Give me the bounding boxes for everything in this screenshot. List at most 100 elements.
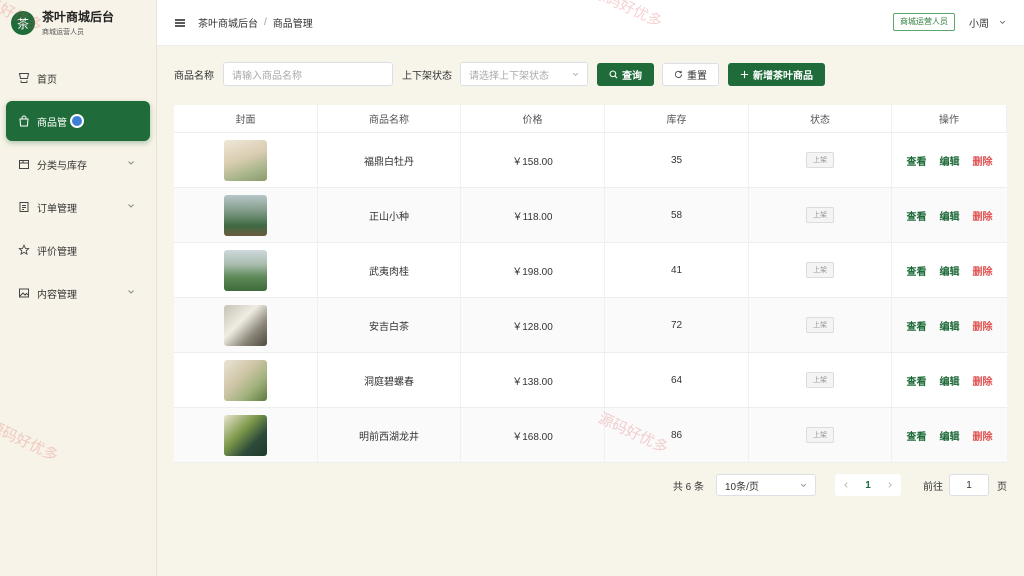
actions-cell: 查看 编辑 删除 <box>892 133 1007 187</box>
delete-button[interactable]: 删除 <box>973 318 993 333</box>
user-menu[interactable]: 小周 <box>969 15 1007 30</box>
chevron-down-icon <box>999 20 1006 25</box>
edit-button[interactable]: 编辑 <box>940 318 960 333</box>
prev-page-button[interactable] <box>835 474 857 496</box>
cursor-indicator <box>70 114 84 128</box>
breadcrumb-separator: / <box>264 17 267 28</box>
column-header: 状态 <box>749 105 892 132</box>
name-search-placeholder: 请输入商品名称 <box>232 70 302 82</box>
sidebar-item-home[interactable]: 首页 <box>6 58 150 98</box>
shop-icon <box>17 71 31 85</box>
status-cell: 上架 <box>749 298 892 352</box>
sidebar-item-content[interactable]: 内容管理 <box>6 273 150 313</box>
sidebar-item-reviews[interactable]: 评价管理 <box>6 230 150 270</box>
next-page-button[interactable] <box>879 474 901 496</box>
edit-button[interactable]: 编辑 <box>940 208 960 223</box>
search-button[interactable]: 查询 <box>597 62 654 86</box>
page-navigation: 1 <box>835 474 901 496</box>
reset-button-label: 重置 <box>687 70 707 82</box>
breadcrumb: 茶叶商城后台 / 商品管理 <box>198 15 313 30</box>
menu-toggle-icon[interactable] <box>174 17 186 29</box>
page-size-select[interactable]: 10条/页 <box>716 474 816 496</box>
top-header: 茶叶商城后台 / 商品管理 商城运营人员 小周 <box>157 0 1024 46</box>
product-name: 正山小种 <box>318 188 461 242</box>
view-button[interactable]: 查看 <box>907 263 927 278</box>
product-price: ￥168.00 <box>461 408 605 462</box>
page-suffix: 页 <box>997 481 1007 493</box>
status-badge: 上架 <box>806 262 834 278</box>
product-stock: 72 <box>605 298 749 352</box>
column-header: 商品名称 <box>318 105 461 132</box>
sidebar-item-products[interactable]: 商品管 <box>6 101 150 141</box>
sidebar-item-orders[interactable]: 订单管理 <box>6 187 150 227</box>
status-select[interactable]: 请选择上下架状态 <box>460 62 588 86</box>
cover-cell <box>174 188 318 242</box>
product-stock: 58 <box>605 188 749 242</box>
view-button[interactable]: 查看 <box>907 208 927 223</box>
refresh-icon <box>674 70 683 78</box>
view-button[interactable]: 查看 <box>907 428 927 443</box>
add-product-button[interactable]: 新增茶叶商品 <box>728 62 825 86</box>
sidebar-item-category-inventory[interactable]: 分类与库存 <box>6 144 150 184</box>
add-product-button-label: 新增茶叶商品 <box>753 70 813 82</box>
role-badge: 商城运营人员 <box>893 13 955 31</box>
view-button[interactable]: 查看 <box>907 373 927 388</box>
actions-cell: 查看 编辑 删除 <box>892 188 1007 242</box>
product-name: 福鼎白牡丹 <box>318 133 461 187</box>
product-cover-image <box>224 249 267 291</box>
edit-button[interactable]: 编辑 <box>940 373 960 388</box>
breadcrumb-root[interactable]: 茶叶商城后台 <box>198 15 258 30</box>
delete-button[interactable]: 删除 <box>973 428 993 443</box>
view-button[interactable]: 查看 <box>907 318 927 333</box>
pagination-total: 共 6 条 <box>672 481 704 493</box>
delete-button[interactable]: 删除 <box>973 373 993 388</box>
delete-button[interactable]: 删除 <box>973 263 993 278</box>
search-toolbar: 商品名称 请输入商品名称 上下架状态 请选择上下架状态 查询 重置 新增茶叶商品 <box>174 62 825 86</box>
status-badge: 上架 <box>806 427 834 443</box>
table-row: 福鼎白牡丹 ￥158.00 35 上架 查看 编辑 删除 <box>174 133 1007 188</box>
product-price: ￥158.00 <box>461 133 605 187</box>
edit-button[interactable]: 编辑 <box>940 153 960 168</box>
product-stock: 86 <box>605 408 749 462</box>
breadcrumb-current: 商品管理 <box>272 19 313 30</box>
actions-cell: 查看 编辑 删除 <box>892 353 1007 407</box>
table-row: 明前西湖龙井 ￥168.00 86 上架 查看 编辑 删除 <box>174 408 1007 463</box>
table-row: 正山小种 ￥118.00 58 上架 查看 编辑 删除 <box>174 188 1007 243</box>
name-search-input[interactable]: 请输入商品名称 <box>223 62 393 86</box>
brand-subtitle: 商城运营人员 <box>42 28 84 36</box>
edit-button[interactable]: 编辑 <box>940 263 960 278</box>
status-badge: 上架 <box>806 152 834 168</box>
product-stock: 64 <box>605 353 749 407</box>
cover-cell <box>174 133 318 187</box>
search-icon <box>609 69 618 78</box>
sidebar-item-label: 评价管理 <box>37 246 77 258</box>
product-table: 封面 商品名称 价格 库存 状态 操作 福鼎白牡丹 ￥158.00 35 上架 … <box>174 105 1007 463</box>
product-cover-image <box>224 194 267 236</box>
product-price: ￥128.00 <box>461 298 605 352</box>
user-name: 小周 <box>969 19 989 30</box>
bag-icon <box>17 114 31 128</box>
status-badge: 上架 <box>806 207 834 223</box>
sidebar-item-label: 分类与库存 <box>37 160 87 172</box>
product-price: ￥198.00 <box>461 243 605 297</box>
view-button[interactable]: 查看 <box>907 153 927 168</box>
table-row: 武夷肉桂 ￥198.00 41 上架 查看 编辑 删除 <box>174 243 1007 298</box>
actions-cell: 查看 编辑 删除 <box>892 408 1007 462</box>
page-number[interactable]: 1 <box>857 474 879 496</box>
status-badge: 上架 <box>806 372 834 388</box>
actions-cell: 查看 编辑 删除 <box>892 243 1007 297</box>
column-header: 封面 <box>174 105 318 132</box>
edit-button[interactable]: 编辑 <box>940 428 960 443</box>
star-icon <box>17 243 31 257</box>
reset-button[interactable]: 重置 <box>662 62 719 86</box>
search-button-label: 查询 <box>622 70 642 82</box>
actions-cell: 查看 编辑 删除 <box>892 298 1007 352</box>
sidebar-item-label: 商品管 <box>37 117 67 129</box>
chevron-left-icon <box>844 482 848 488</box>
cover-cell <box>174 243 318 297</box>
product-price: ￥138.00 <box>461 353 605 407</box>
chevron-down-icon <box>128 204 134 208</box>
delete-button[interactable]: 删除 <box>973 153 993 168</box>
delete-button[interactable]: 删除 <box>973 208 993 223</box>
goto-page-input[interactable]: 1 <box>949 474 989 496</box>
